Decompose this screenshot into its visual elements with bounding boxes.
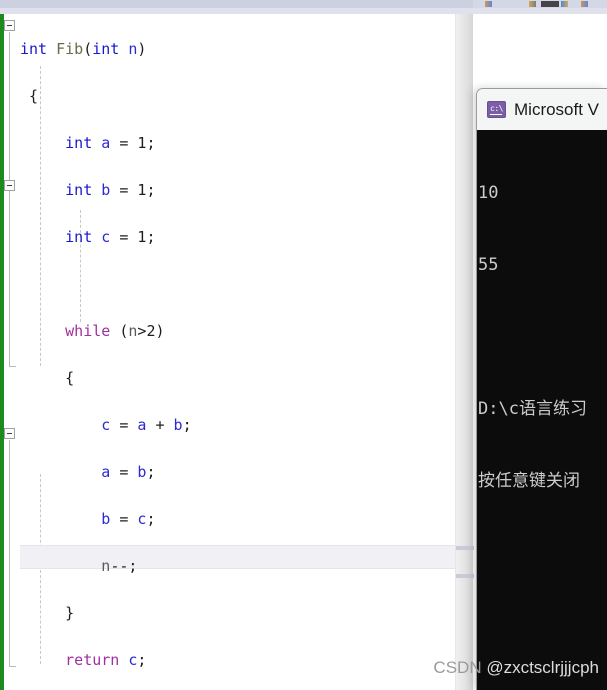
editor-vertical-scrollbar[interactable]	[455, 14, 474, 690]
fold-toggle-fib[interactable]	[4, 20, 15, 31]
code-text[interactable]: int Fib(int n) { int a = 1; int b = 1; i…	[20, 14, 473, 690]
code-line[interactable]: a = b;	[20, 461, 473, 485]
toolbar-icon-fragment-3[interactable]	[541, 1, 559, 7]
toolbar-strip-right[interactable]	[473, 0, 607, 8]
scrollbar-mark-top	[456, 546, 474, 550]
scrollbar-mark-second	[456, 574, 474, 578]
fold-toggle-main[interactable]	[4, 428, 15, 439]
console-output-line: 55	[478, 255, 499, 275]
fold-end-main	[9, 666, 16, 667]
code-editor-pane[interactable]: int Fib(int n) { int a = 1; int b = 1; i…	[0, 14, 473, 690]
fold-guide-while	[9, 192, 10, 322]
code-line-blank[interactable]	[20, 273, 473, 297]
code-line[interactable]: {	[20, 367, 473, 391]
console-titlebar[interactable]: Microsoft V	[477, 89, 607, 130]
code-line[interactable]: n--;	[20, 555, 473, 579]
code-line[interactable]: while (n>2)	[20, 320, 473, 344]
fold-toggle-while[interactable]	[4, 180, 15, 191]
code-line[interactable]: int b = 1;	[20, 179, 473, 203]
code-line[interactable]: int a = 1;	[20, 132, 473, 156]
console-app-icon	[487, 101, 506, 118]
code-line[interactable]: return c;	[20, 649, 473, 673]
console-output-path: D:\c语言练习	[478, 399, 587, 419]
toolbar-icon-fragment-5[interactable]	[581, 1, 588, 7]
code-line[interactable]: int c = 1;	[20, 226, 473, 250]
code-line[interactable]: }	[20, 602, 473, 626]
fold-guide-main	[9, 440, 10, 666]
toolbar-icon-fragment-4[interactable]	[561, 1, 568, 7]
screenshot-root: int Fib(int n) { int a = 1; int b = 1; i…	[0, 0, 607, 690]
toolbar-icon-fragment-2[interactable]	[529, 1, 536, 7]
console-output-line: 10	[478, 183, 499, 203]
code-line[interactable]: {	[20, 85, 473, 109]
code-line[interactable]: int Fib(int n)	[20, 38, 473, 62]
console-window-title: Microsoft V	[514, 99, 600, 119]
console-output-blank	[478, 325, 607, 349]
code-line[interactable]: b = c;	[20, 508, 473, 532]
console-output[interactable]: 10 55 D:\c语言练习 按任意键关闭	[477, 130, 607, 690]
console-window[interactable]: Microsoft V 10 55 D:\c语言练习 按任意键关闭	[476, 88, 607, 690]
code-line[interactable]: c = a + b;	[20, 414, 473, 438]
fold-end-fib	[9, 366, 16, 367]
console-output-prompt: 按任意键关闭	[478, 471, 580, 491]
toolbar-icon-fragment-1[interactable]	[485, 1, 492, 7]
